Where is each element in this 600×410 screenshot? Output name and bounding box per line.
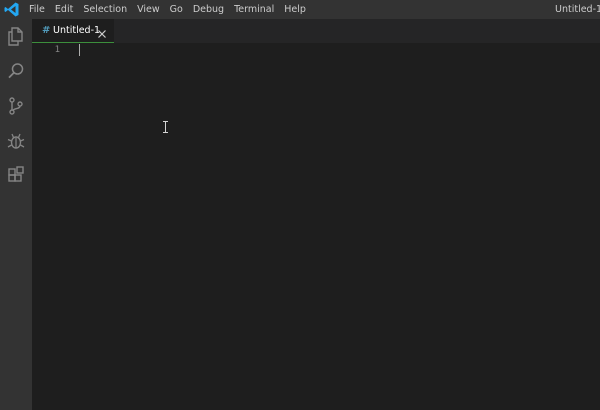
line-number-gutter: 1 xyxy=(32,43,72,410)
menu-go[interactable]: Go xyxy=(165,0,188,19)
menu-selection[interactable]: Selection xyxy=(78,0,132,19)
debug-icon[interactable] xyxy=(4,129,28,153)
title-bar: File Edit Selection View Go Debug Termin… xyxy=(0,0,600,19)
menu-terminal[interactable]: Terminal xyxy=(229,0,279,19)
vscode-logo-icon xyxy=(3,1,20,18)
line-number: 1 xyxy=(54,45,60,55)
source-control-icon[interactable] xyxy=(4,94,28,118)
close-icon[interactable] xyxy=(96,25,108,38)
text-cursor xyxy=(79,44,80,56)
editor-area[interactable]: 1 xyxy=(32,43,600,410)
menu-bar: File Edit Selection View Go Debug Termin… xyxy=(24,0,311,19)
tab-label: Untitled-1 xyxy=(53,25,101,36)
menu-file[interactable]: File xyxy=(24,0,50,19)
menu-view[interactable]: View xyxy=(132,0,165,19)
explorer-icon[interactable] xyxy=(4,24,28,48)
activity-bar xyxy=(0,19,32,410)
extensions-icon[interactable] xyxy=(4,164,28,188)
menu-edit[interactable]: Edit xyxy=(50,0,78,19)
menu-help[interactable]: Help xyxy=(279,0,311,19)
mouse-ibeam-cursor-icon xyxy=(162,118,169,133)
vscode-window: File Edit Selection View Go Debug Termin… xyxy=(0,0,600,410)
window-title: Untitled-1 - xyxy=(555,4,600,15)
search-icon[interactable] xyxy=(4,59,28,83)
tab-bar: # Untitled-1 xyxy=(32,19,600,43)
menu-debug[interactable]: Debug xyxy=(188,0,229,19)
tab-untitled-1[interactable]: # Untitled-1 xyxy=(32,19,114,43)
plaintext-file-icon: # xyxy=(42,25,51,36)
